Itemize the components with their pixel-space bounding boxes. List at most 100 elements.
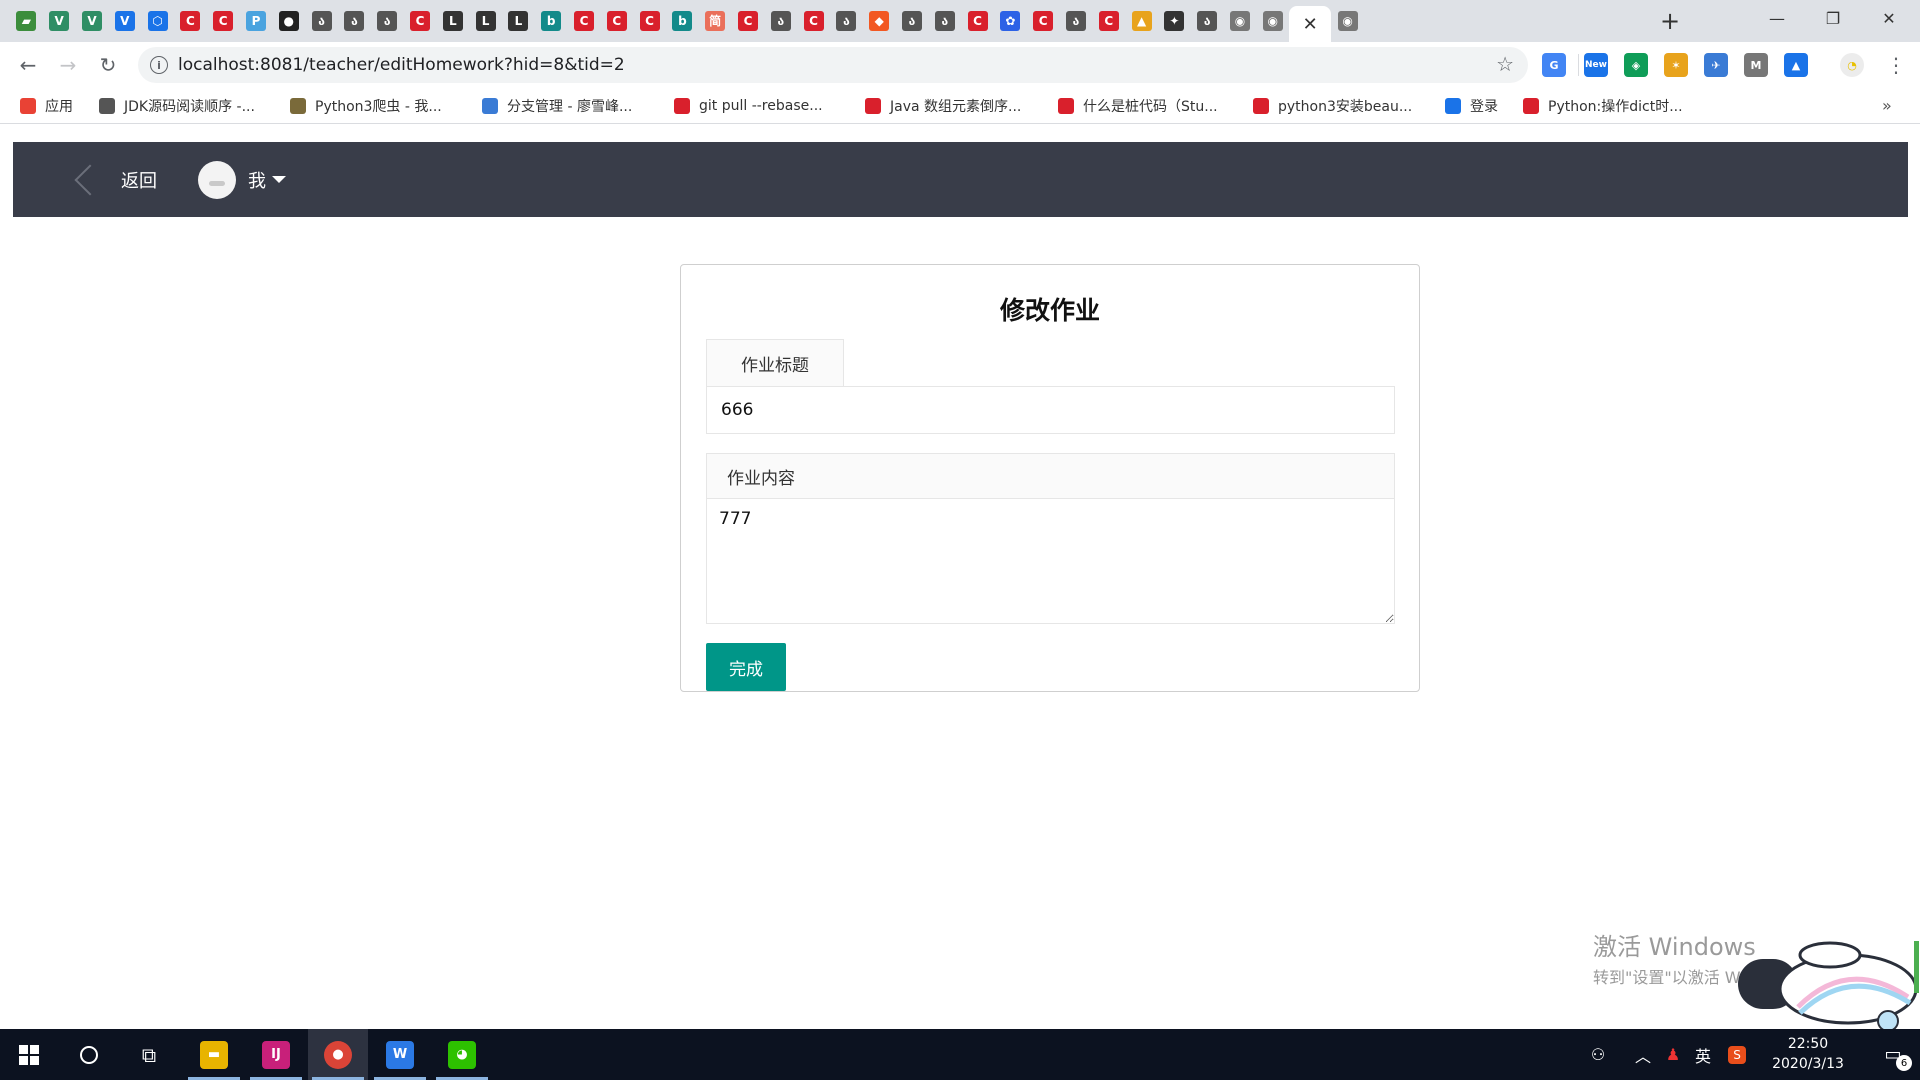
close-icon[interactable]: ✕	[1303, 14, 1318, 35]
browser-tab[interactable]: C	[174, 6, 207, 36]
browser-tab[interactable]: C	[961, 6, 994, 36]
new-tab-button[interactable]: +	[1655, 6, 1685, 36]
colorful-square-icon[interactable]: ◈	[1624, 53, 1648, 77]
back-arrow-icon[interactable]: ←	[14, 51, 42, 79]
csdn-icon: C	[180, 11, 201, 31]
browser-tab[interactable]: C	[732, 6, 765, 36]
browser-menu-icon[interactable]: ⋮	[1882, 51, 1910, 79]
browser-tab[interactable]: ⬡	[141, 6, 174, 36]
bookmark-item[interactable]: 什么是桩代码（Stu...	[1058, 88, 1218, 124]
taskbar-app[interactable]: ▬	[184, 1029, 244, 1080]
browser-tab[interactable]: ◆	[863, 6, 896, 36]
apps-grid-icon	[20, 98, 36, 114]
bookmark-item[interactable]: 登录	[1445, 88, 1498, 124]
browser-tab[interactable]: ა	[338, 6, 371, 36]
browser-tab[interactable]: L	[502, 6, 535, 36]
bird-icon[interactable]: ✈	[1704, 53, 1728, 77]
people-icon[interactable]: ⚇	[1580, 1029, 1616, 1080]
browser-tab[interactable]: ა	[928, 6, 961, 36]
taskbar-app[interactable]: IJ	[246, 1029, 306, 1080]
mail-icon[interactable]: M	[1744, 53, 1768, 77]
browser-tab[interactable]: ◉	[1224, 6, 1257, 36]
browser-tab[interactable]: L	[469, 6, 502, 36]
bookmark-item[interactable]: python3安装beau...	[1253, 88, 1412, 124]
bookmark-item[interactable]: git pull --rebase...	[674, 88, 823, 124]
browser-tab[interactable]: ა	[305, 6, 338, 36]
browser-tab[interactable]: V	[108, 6, 141, 36]
browser-tab[interactable]: ა	[896, 6, 929, 36]
site-info-icon[interactable]: i	[150, 56, 168, 74]
bookmarks-overflow-icon[interactable]: »	[1882, 88, 1892, 124]
page-title: 修改作业	[999, 296, 1100, 325]
map-icon: ▰	[16, 11, 37, 31]
browser-tab[interactable]: b	[666, 6, 699, 36]
browser-tab[interactable]: ●	[272, 6, 305, 36]
taskbar-app[interactable]: ◕	[432, 1029, 492, 1080]
bookmark-item[interactable]: JDK源码阅读顺序 -...	[99, 88, 255, 124]
browser-tab[interactable]: C	[404, 6, 437, 36]
browser-tab[interactable]: ▰	[10, 6, 43, 36]
desktop-pet-widget[interactable]	[1738, 937, 1920, 1029]
browser-tab[interactable]: C	[568, 6, 601, 36]
browser-tab[interactable]: C	[207, 6, 240, 36]
taskbar-app[interactable]: ●	[308, 1029, 368, 1080]
back-link[interactable]: 返回	[71, 142, 157, 217]
browser-tab[interactable]: C	[1092, 6, 1125, 36]
browser-tab[interactable]: V	[43, 6, 76, 36]
bookmark-item[interactable]: 分支管理 - 廖雪峰...	[482, 88, 632, 124]
task-view-button[interactable]: ⧉	[120, 1029, 178, 1080]
browser-tab[interactable]: ✕	[1289, 6, 1332, 42]
system-clock[interactable]: 22:50 2020/3/13	[1758, 1034, 1858, 1074]
search-button[interactable]	[60, 1029, 118, 1080]
browser-tab[interactable]: ა	[764, 6, 797, 36]
browser-tab[interactable]: C	[633, 6, 666, 36]
browser-tab[interactable]: ა	[371, 6, 404, 36]
action-center-button[interactable]: ▭ 6	[1866, 1029, 1920, 1080]
browser-tab[interactable]: C	[797, 6, 830, 36]
profile-avatar[interactable]: ◔	[1840, 53, 1864, 77]
window-close-button[interactable]: ✕	[1862, 0, 1916, 36]
submit-button[interactable]: 完成	[706, 643, 786, 691]
browser-tab[interactable]: ა	[1060, 6, 1093, 36]
browser-tab[interactable]: 简	[699, 6, 732, 36]
ime-indicator[interactable]: 英	[1688, 1029, 1718, 1080]
bookmark-star-icon[interactable]: ☆	[1496, 52, 1514, 76]
tray-app-icon[interactable]: ♟	[1658, 1029, 1688, 1080]
browser-tab[interactable]: C	[600, 6, 633, 36]
csdn-icon	[1253, 98, 1269, 114]
bookmark-item[interactable]: Python3爬虫 - 我...	[290, 88, 442, 124]
reload-icon[interactable]: ↻	[94, 51, 122, 79]
tray-overflow-icon[interactable]: ︿	[1628, 1029, 1658, 1080]
star-cluster-icon[interactable]: ✶	[1664, 53, 1688, 77]
taskbar-app[interactable]: W	[370, 1029, 430, 1080]
new-badge-icon[interactable]: New	[1584, 53, 1608, 77]
browser-tab[interactable]: ✿	[994, 6, 1027, 36]
browser-tab[interactable]: L	[436, 6, 469, 36]
browser-tab[interactable]: C	[1027, 6, 1060, 36]
browser-tab[interactable]: V	[76, 6, 109, 36]
translate-icon[interactable]: G	[1542, 53, 1566, 77]
user-menu[interactable]: 我	[198, 142, 286, 217]
bookmark-item[interactable]: Python:操作dict时...	[1523, 88, 1683, 124]
homework-content-textarea[interactable]: 777	[706, 498, 1395, 624]
address-url[interactable]: localhost:8081/teacher/editHomework?hid=…	[178, 47, 625, 83]
forward-arrow-icon[interactable]: →	[54, 51, 82, 79]
sogou-ime-icon[interactable]: S	[1722, 1029, 1752, 1080]
browser-tab[interactable]: ◉	[1256, 6, 1289, 36]
restore-button[interactable]: ❐	[1806, 0, 1860, 36]
address-bar[interactable]: i localhost:8081/teacher/editHomework?hi…	[138, 47, 1528, 83]
bookmark-item[interactable]: Java 数组元素倒序...	[865, 88, 1021, 124]
browser-tab[interactable]: ◉	[1331, 6, 1364, 36]
graduation-icon[interactable]: ▲	[1784, 53, 1808, 77]
bookmark-item[interactable]: 应用	[20, 88, 73, 124]
homework-title-input[interactable]	[706, 386, 1395, 434]
minimize-button[interactable]: —	[1750, 0, 1804, 36]
browser-tab[interactable]: ▲	[1125, 6, 1158, 36]
browser-tab[interactable]: ა	[1191, 6, 1224, 36]
browser-tab[interactable]: ✦	[1158, 6, 1191, 36]
vue-icon: V	[49, 11, 70, 31]
start-button[interactable]	[0, 1029, 58, 1080]
browser-tab[interactable]: b	[535, 6, 568, 36]
browser-tab[interactable]: P	[240, 6, 273, 36]
browser-tab[interactable]: ა	[830, 6, 863, 36]
